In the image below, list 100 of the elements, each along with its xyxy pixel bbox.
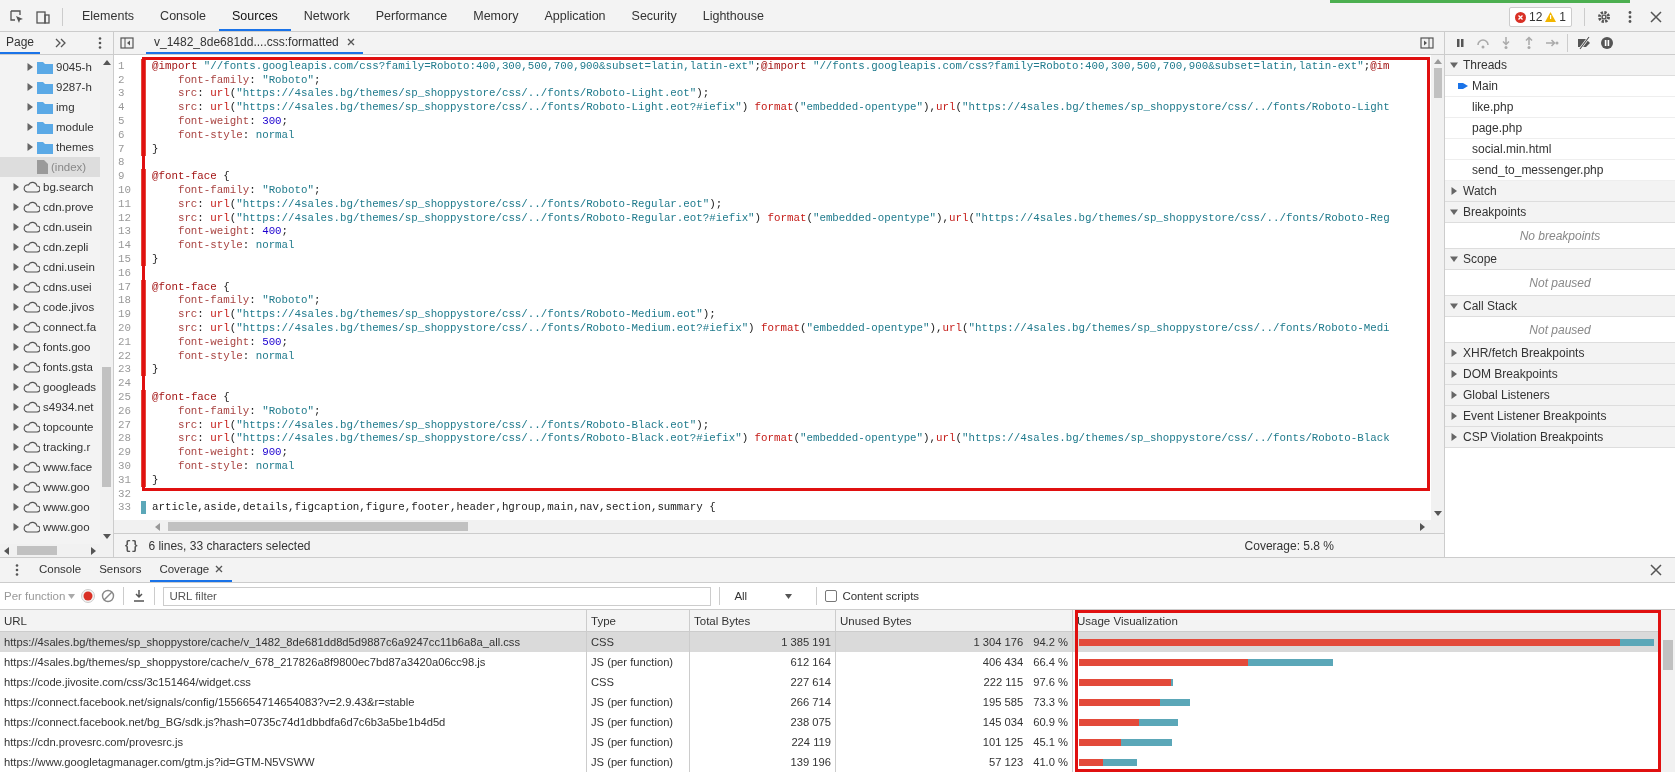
expand-arrow-icon[interactable]	[1450, 208, 1458, 216]
scroll-down-icon[interactable]	[1433, 509, 1442, 517]
column-header[interactable]: Total Bytes	[690, 610, 836, 631]
panel-tab[interactable]: Lighthouse	[689, 3, 777, 31]
panel-tab[interactable]: Security	[618, 3, 690, 31]
expand-arrow-icon[interactable]	[26, 83, 34, 91]
column-header[interactable]: Type	[587, 610, 690, 631]
expand-arrow-icon[interactable]	[1450, 187, 1458, 195]
tree-item[interactable]: 9287-h	[0, 77, 100, 97]
expand-arrow-icon[interactable]	[12, 443, 20, 451]
inspect-icon[interactable]	[10, 10, 24, 24]
expand-arrow-icon[interactable]	[1450, 61, 1458, 69]
tree-item[interactable]: fonts.gsta	[0, 357, 100, 377]
expand-arrow-icon[interactable]	[12, 483, 20, 491]
tree-item[interactable]: cdni.usein	[0, 257, 100, 277]
thread-item[interactable]: Main	[1445, 76, 1675, 97]
sidebar-toggle-icon[interactable]	[1420, 36, 1434, 50]
panel-tab[interactable]: Memory	[460, 3, 532, 31]
expand-arrow-icon[interactable]	[1450, 412, 1458, 420]
scrollbar-thumb[interactable]	[17, 546, 57, 555]
device-icon[interactable]	[36, 10, 50, 24]
tree-item[interactable]: tracking.r	[0, 437, 100, 457]
tree-item[interactable]: www.goo	[0, 497, 100, 517]
tree-item[interactable]: googleads	[0, 377, 100, 397]
section-header[interactable]: Global Listeners	[1445, 385, 1675, 406]
tree-item[interactable]: module	[0, 117, 100, 137]
panel-tab[interactable]: Performance	[362, 3, 461, 31]
expand-arrow-icon[interactable]	[12, 383, 20, 391]
thread-item[interactable]: page.php	[1445, 118, 1675, 139]
scroll-down-icon[interactable]	[102, 532, 111, 540]
scrollbar-thumb[interactable]	[102, 367, 111, 487]
content-scripts-checkbox[interactable]: Content scripts	[825, 590, 920, 602]
tree-item[interactable]: 9045-h	[0, 57, 100, 77]
section-header[interactable]: Threads	[1445, 55, 1675, 76]
expand-arrow-icon[interactable]	[12, 203, 20, 211]
scroll-right-icon[interactable]	[1418, 522, 1426, 531]
section-header[interactable]: Watch	[1445, 181, 1675, 202]
tree-item[interactable]: themes	[0, 137, 100, 157]
tree-item[interactable]: img	[0, 97, 100, 117]
scrollbar-thumb[interactable]	[1662, 640, 1673, 670]
download-icon[interactable]	[132, 589, 147, 603]
expand-arrow-icon[interactable]	[12, 323, 20, 331]
expand-arrow-icon[interactable]	[12, 463, 20, 471]
tree-item[interactable]: s4934.net	[0, 397, 100, 417]
deactivate-breakpoints-icon[interactable]	[1576, 36, 1591, 50]
tree-item[interactable]: cdns.usei	[0, 277, 100, 297]
scroll-right-icon[interactable]	[89, 546, 97, 555]
scrollbar[interactable]	[1431, 55, 1444, 520]
expand-arrow-icon[interactable]	[26, 123, 34, 131]
record-button[interactable]	[81, 589, 96, 603]
expand-arrow-icon[interactable]	[1450, 391, 1458, 399]
expand-arrow-icon[interactable]	[1450, 370, 1458, 378]
expand-arrow-icon[interactable]	[1450, 302, 1458, 310]
tree-item[interactable]: topcounte	[0, 417, 100, 437]
file-tab[interactable]: v_1482_8de681dd....css:formatted	[146, 32, 363, 54]
expand-arrow-icon[interactable]	[1450, 255, 1458, 263]
expand-arrow-icon[interactable]	[12, 363, 20, 371]
expand-arrow-icon[interactable]	[12, 283, 20, 291]
tree-item[interactable]: cdn.usein	[0, 217, 100, 237]
expand-arrow-icon[interactable]	[12, 303, 20, 311]
thread-item[interactable]: like.php	[1445, 97, 1675, 118]
thread-item[interactable]: social.min.html	[1445, 139, 1675, 160]
scrollbar-thumb[interactable]	[1433, 68, 1442, 98]
tree-item[interactable]: www.face	[0, 457, 100, 477]
tree-item[interactable]: code.jivos	[0, 297, 100, 317]
section-header[interactable]: Event Listener Breakpoints	[1445, 406, 1675, 427]
issues-counter[interactable]: 12 1	[1508, 7, 1572, 27]
close-icon[interactable]	[346, 38, 355, 46]
section-header[interactable]: Breakpoints	[1445, 202, 1675, 223]
section-header[interactable]: CSP Violation Breakpoints	[1445, 427, 1675, 448]
expand-arrow-icon[interactable]	[12, 183, 20, 191]
expand-arrow-icon[interactable]	[12, 523, 20, 531]
type-dropdown[interactable]: All	[728, 590, 809, 602]
scrollbar[interactable]	[114, 520, 1444, 533]
expand-arrow-icon[interactable]	[12, 503, 20, 511]
expand-arrow-icon[interactable]	[12, 343, 20, 351]
drawer-tab[interactable]: Coverage	[150, 558, 233, 582]
expand-arrow-icon[interactable]	[26, 103, 34, 111]
expand-arrow-icon[interactable]	[26, 143, 34, 151]
settings-icon[interactable]	[1597, 10, 1611, 24]
expand-arrow-icon[interactable]	[12, 403, 20, 411]
column-header[interactable]: URL	[0, 610, 587, 631]
close-icon[interactable]	[1649, 10, 1663, 24]
panel-tab[interactable]: Elements	[69, 3, 148, 31]
tree-item[interactable]: bg.search	[0, 177, 100, 197]
column-header[interactable]: Usage Visualization	[1073, 610, 1660, 631]
panel-tab[interactable]: Network	[290, 3, 363, 31]
expand-arrow-icon[interactable]	[12, 263, 20, 271]
scrollbar-thumb[interactable]	[168, 522, 468, 531]
navigator-tab[interactable]: Page	[0, 32, 41, 54]
tree-item[interactable]: cdn.zepli	[0, 237, 100, 257]
section-header[interactable]: Scope	[1445, 249, 1675, 270]
expand-arrow-icon[interactable]	[1450, 349, 1458, 357]
expand-arrow-icon[interactable]	[12, 423, 20, 431]
url-filter-field[interactable]: URL filter	[163, 586, 712, 606]
tree-item[interactable]: cdn.prove	[0, 197, 100, 217]
pause-exceptions-icon[interactable]	[1599, 36, 1614, 50]
tree-item[interactable]: www.goo	[0, 477, 100, 497]
scroll-left-icon[interactable]	[3, 546, 11, 555]
close-icon[interactable]	[215, 565, 224, 573]
